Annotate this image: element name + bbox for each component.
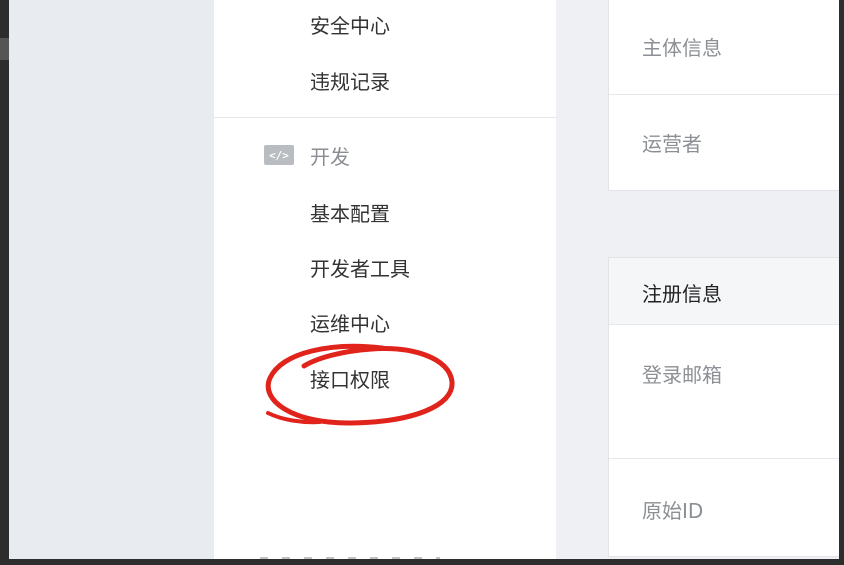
main-content: 主体信息 运营者 注册信息 登录邮箱 原始ID — [556, 0, 844, 565]
sidebar-item-violation-records[interactable]: 违规记录 — [310, 66, 390, 95]
monitor-bezel-left — [0, 0, 9, 565]
row-label-entity-info: 主体信息 — [642, 36, 722, 60]
monitor-bezel-bottom — [0, 559, 844, 565]
account-info-card: 主体信息 运营者 — [608, 0, 844, 191]
sidebar-item-api-permissions[interactable]: 接口权限 — [310, 364, 390, 393]
info-row: 登录邮箱 — [609, 325, 844, 459]
monitor-bezel-right — [839, 0, 844, 565]
card-header: 注册信息 — [609, 258, 844, 325]
sidebar-section-develop: </> 开发 — [264, 142, 350, 169]
sidebar-section-title: 开发 — [310, 144, 350, 169]
info-row: 主体信息 — [609, 0, 844, 95]
sidebar-item-ops-center[interactable]: 运维中心 — [310, 308, 390, 337]
row-label-operator: 运营者 — [642, 132, 702, 156]
sidebar-divider — [214, 117, 556, 118]
registration-info-card: 注册信息 登录邮箱 原始ID — [608, 257, 844, 557]
code-icon: </> — [264, 145, 294, 165]
info-row: 运营者 — [609, 95, 844, 189]
screen: 安全中心 违规记录 </> 开发 基本配置 开发者工具 运维中心 接口权限 主体… — [0, 0, 844, 565]
sidebar-nav: 安全中心 违规记录 </> 开发 基本配置 开发者工具 运维中心 接口权限 — [214, 0, 557, 565]
outer-left-panel — [9, 0, 214, 565]
bezel-notch — [0, 38, 9, 60]
sidebar-item-developer-tools[interactable]: 开发者工具 — [310, 253, 410, 282]
row-label-login-email: 登录邮箱 — [642, 363, 722, 387]
card-title-registration-info: 注册信息 — [642, 282, 722, 306]
sidebar-item-basic-config[interactable]: 基本配置 — [310, 198, 390, 227]
row-label-original-id: 原始ID — [642, 499, 704, 523]
info-row: 原始ID — [609, 459, 844, 555]
sidebar-item-security-center[interactable]: 安全中心 — [310, 10, 390, 39]
